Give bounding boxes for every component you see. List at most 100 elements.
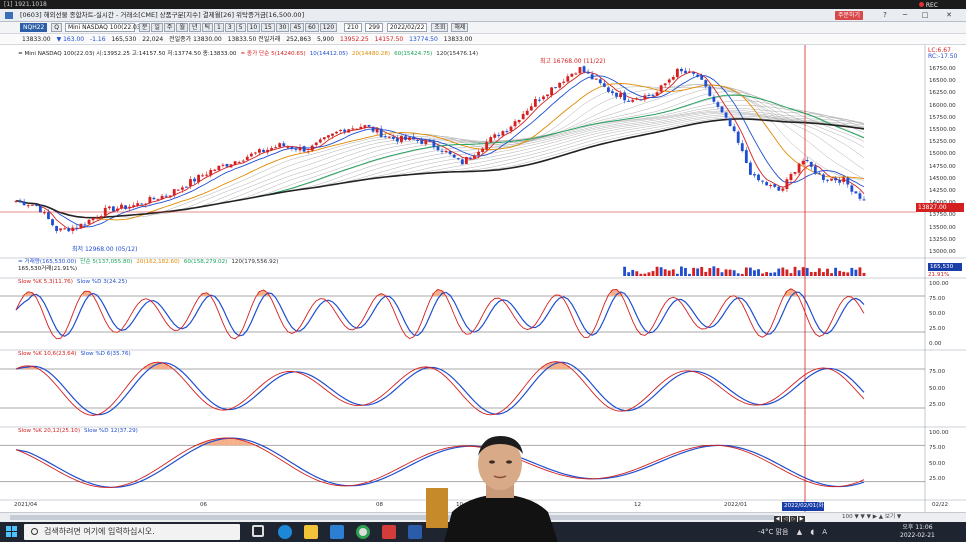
legend-item: 60(15424.75) (394, 51, 433, 57)
candle-body (327, 135, 330, 138)
query-button[interactable]: 조회 (431, 23, 449, 32)
scroll-thumb[interactable] (10, 515, 774, 520)
candle-body (160, 195, 164, 200)
period-button[interactable]: 1 (214, 23, 224, 32)
candle-body (846, 178, 850, 185)
candle-body (148, 197, 152, 204)
volume-bar (789, 273, 793, 276)
candle-body (270, 148, 274, 151)
screen-recorder-bar: [1] 1921.1018 REC (0, 0, 966, 9)
candle-body (469, 157, 472, 159)
candle-body (132, 205, 136, 207)
candle-body (753, 174, 756, 176)
candle-body (712, 96, 716, 102)
symbol-code-input[interactable]: NQH22 (20, 23, 48, 32)
candle-body (550, 87, 553, 96)
ma-ribbon-line (15, 117, 865, 218)
chrome-icon[interactable] (356, 525, 370, 539)
close-icon[interactable]: ✕ (944, 9, 954, 22)
bar-count-input[interactable]: 210 (344, 23, 362, 32)
period-button[interactable]: 일 (151, 23, 163, 32)
task-view-icon[interactable] (252, 525, 264, 537)
candle-body (525, 110, 529, 115)
period-button[interactable]: 3 (224, 23, 235, 32)
period-button[interactable]: 월 (176, 23, 188, 32)
candle-body (724, 112, 728, 118)
candle-body (359, 126, 363, 130)
weather-label[interactable]: -4°C 맑음 (758, 528, 788, 536)
time-axis-label: 2021/04 (14, 502, 38, 508)
volume-change: 22,024 (142, 36, 164, 43)
volume-bar (663, 269, 667, 276)
candle-body (574, 73, 578, 75)
volume-bar (684, 267, 687, 276)
volume-bar (744, 267, 748, 276)
maximize-icon[interactable]: □ (920, 9, 930, 22)
candle-body (55, 226, 58, 231)
period-button[interactable]: 45 (290, 23, 305, 32)
period-button[interactable]: 30 (275, 23, 290, 32)
ma-10-line (15, 75, 865, 228)
scroll-options[interactable]: 100 ▼ ▼ ▼ ▶ ▲ 보기 ▼ (842, 513, 901, 522)
candle-body (744, 150, 748, 164)
period-button[interactable]: 10 (246, 23, 261, 32)
candle-body (838, 180, 842, 183)
volume-bar (700, 266, 704, 276)
file-explorer-icon[interactable] (304, 525, 318, 539)
app-icon[interactable] (382, 525, 396, 539)
stoch-tick-label: 50.00 (929, 460, 946, 467)
candle-body (51, 219, 54, 226)
stoch-overbought-fill (18, 361, 830, 369)
hts-icon[interactable] (408, 525, 422, 539)
release-button[interactable]: 해제 (451, 23, 469, 32)
period-button[interactable]: 60 (305, 23, 319, 32)
volume-bar (667, 270, 671, 276)
period-button[interactable]: 년 (188, 23, 201, 32)
language-label[interactable]: A (822, 528, 827, 536)
order-button[interactable]: 주문하기 (835, 11, 864, 20)
query-date-input[interactable]: 2022/02/22 (386, 23, 428, 32)
candle-body (769, 184, 773, 186)
stoch-d-line (15, 291, 865, 337)
price-change: ▼ 163.00 (56, 36, 85, 43)
edge-icon[interactable] (278, 525, 292, 539)
price-tick-label: 15000.00 (929, 151, 956, 158)
volume-icon[interactable]: ◖ (810, 528, 814, 536)
period-button[interactable]: 분 (138, 23, 151, 32)
taskbar-search-input[interactable]: 검색하려면 여기에 입력하십시오. (24, 524, 240, 540)
network-icon[interactable]: ▲ (797, 528, 802, 536)
volume-bar (651, 271, 655, 276)
stoch-k-label: Slow %K 10,6(23.64) (18, 351, 77, 357)
oi-change: 5,900 (316, 36, 335, 43)
ma-20-line (15, 83, 865, 221)
store-icon[interactable] (330, 525, 344, 539)
volume-bar (838, 270, 842, 276)
volume-bar (777, 268, 781, 276)
ma-ribbon-line (15, 115, 865, 218)
period-button[interactable]: 120 (319, 23, 338, 32)
ma-ribbon-line (15, 112, 865, 218)
candle-body (339, 129, 343, 131)
taskbar-clock[interactable]: 오후 11:06 2022-02-21 (900, 524, 935, 540)
volume-bar (712, 266, 716, 276)
ma-ribbon-line (15, 86, 865, 218)
candle-body (854, 191, 858, 194)
stoch-k-label: Slow %K 20,12(25.10) (18, 428, 81, 434)
help-icon[interactable]: ? (880, 9, 890, 22)
minimize-icon[interactable]: ─ (900, 9, 910, 22)
symbol-search-button[interactable]: Q (51, 23, 63, 32)
ma-ribbon-line (15, 83, 865, 218)
candle-body (862, 199, 866, 201)
volume-bar (805, 267, 809, 276)
period-button[interactable]: 5 (235, 23, 246, 32)
candle-body (395, 138, 399, 142)
volume-bar (765, 272, 769, 276)
period-button[interactable]: 주 (163, 23, 176, 32)
period-button[interactable]: 틱 (201, 23, 214, 32)
symbol-name-field: Mini NASDAQ 100(22.03) (64, 23, 143, 32)
period-button[interactable]: 15 (261, 23, 275, 32)
candle-body (671, 76, 675, 80)
ma-ribbon-line (15, 100, 865, 218)
start-icon[interactable] (6, 526, 18, 538)
volume-value: 165,530 (111, 36, 137, 43)
